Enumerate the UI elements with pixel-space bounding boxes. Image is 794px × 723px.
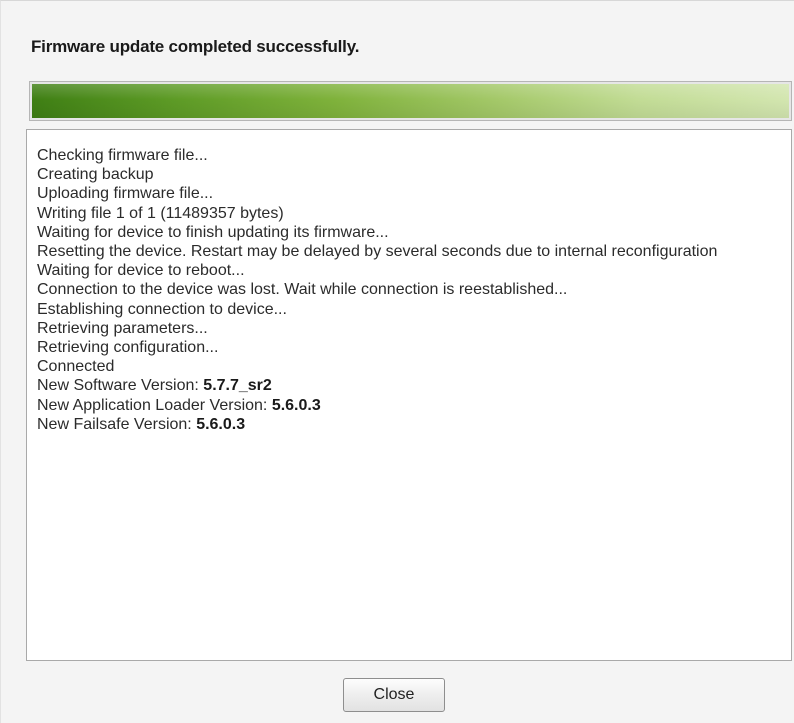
progress-bar-fill xyxy=(32,84,789,118)
log-line: Retrieving configuration... xyxy=(37,339,219,357)
log-line: Creating backup xyxy=(37,166,154,184)
software-version-label: New Software Version: xyxy=(37,377,204,395)
log-line: Checking firmware file... xyxy=(37,147,208,164)
software-version-value: 5.7.7_sr2 xyxy=(203,377,272,395)
log-line: Connected xyxy=(37,358,115,376)
progress-bar xyxy=(29,81,792,121)
close-button[interactable]: Close xyxy=(343,678,445,712)
app-loader-version-label: New Application Loader Version: xyxy=(37,396,272,414)
log-line: Waiting for device to finish updating it… xyxy=(37,223,389,241)
log-line: Connection to the device was lost. Wait … xyxy=(37,281,568,299)
log-line: Writing file 1 of 1 (11489357 bytes) xyxy=(37,204,284,222)
dialog-title: Firmware update completed successfully. xyxy=(31,37,360,56)
log-output-box[interactable]: Checking firmware file... Creating backu… xyxy=(26,129,792,661)
firmware-update-dialog: Firmware update completed successfully. … xyxy=(0,0,794,723)
software-version-line: New Software Version: 5.7.7_sr2 xyxy=(37,376,781,395)
app-loader-version-value: 5.6.0.3 xyxy=(271,396,321,414)
log-line: Resetting the device. Restart may be del… xyxy=(37,243,718,261)
log-line: Waiting for device to reboot... xyxy=(37,262,245,280)
app-loader-version-line: New Application Loader Version: 5.6.0.3 xyxy=(37,396,781,415)
failsafe-version-label: New Failsafe Version: xyxy=(37,415,197,433)
failsafe-version-line: New Failsafe Version: 5.6.0.3 xyxy=(37,415,781,434)
log-line: Uploading firmware file... xyxy=(37,185,214,203)
log-line: Establishing connection to device... xyxy=(37,300,287,318)
failsafe-version-value: 5.6.0.3 xyxy=(196,415,246,433)
log-line: Retrieving parameters... xyxy=(37,319,208,337)
